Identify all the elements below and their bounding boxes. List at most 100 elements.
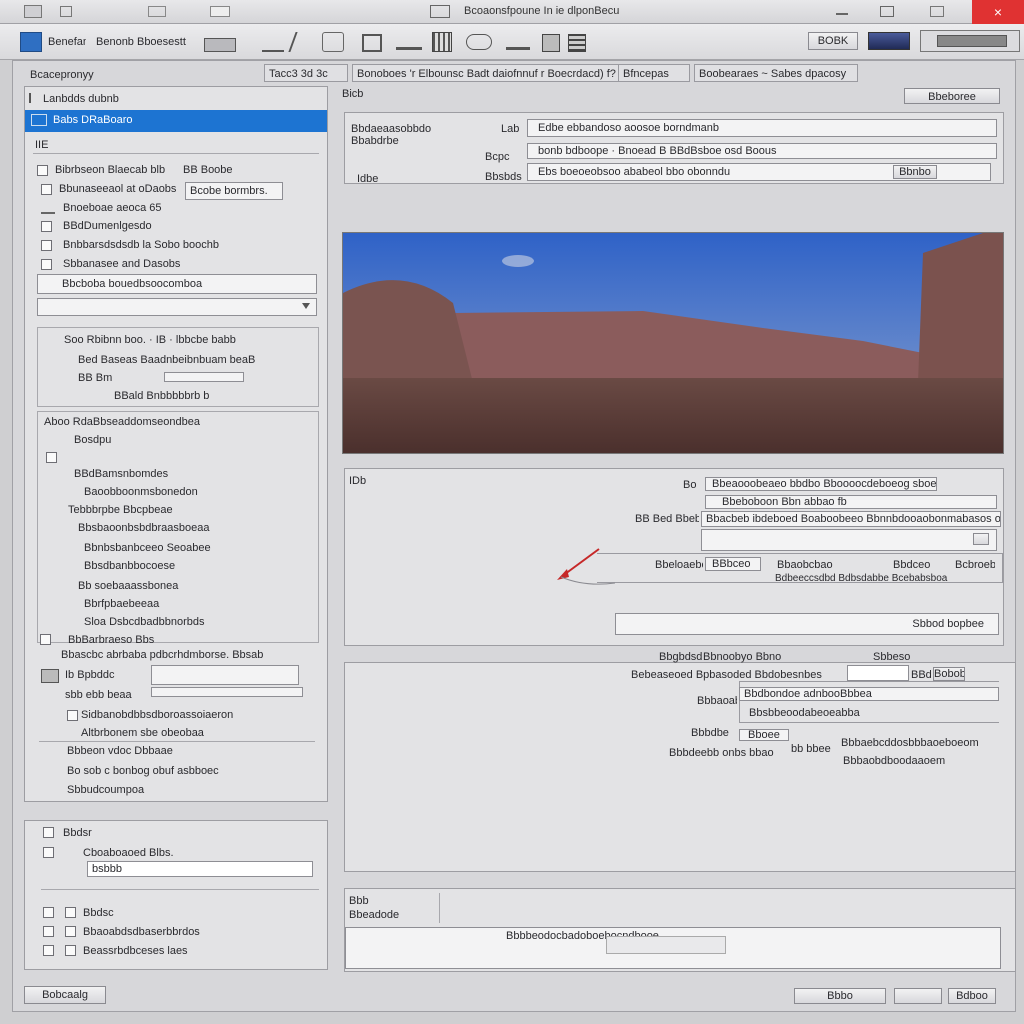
- status-button[interactable]: Bobcaalg: [24, 986, 106, 1004]
- section-check-1[interactable]: [46, 452, 57, 463]
- toolbar-menu-label[interactable]: Benonb Bboesestt: [96, 36, 186, 48]
- maximize-icon[interactable]: [930, 6, 944, 17]
- option-row-6[interactable]: Bbcboba bouedbsoocomboa: [37, 274, 317, 294]
- lower-row1-button[interactable]: Bobob: [933, 667, 965, 681]
- section-item-2[interactable]: Baoobboonmsbonedon: [84, 486, 264, 498]
- sidebar: Lanbdds dubnb Babs DRaBoaro IIE Bibrbseo…: [24, 86, 328, 802]
- form-r1-input[interactable]: Edbe ebbandoso aoosoe borndmanb: [527, 119, 997, 137]
- details-r3-input[interactable]: Bbacbeb ibdeboed Boaboobeeo Bbnnbdooaobo…: [701, 511, 1001, 527]
- check-1[interactable]: [43, 926, 54, 937]
- ok-button[interactable]: Bbbo: [794, 988, 886, 1004]
- details-bottom-field[interactable]: Sbbod bopbee: [615, 613, 999, 635]
- toolbar-right-button[interactable]: BOBK: [808, 32, 858, 50]
- check-0[interactable]: [43, 907, 54, 918]
- lower-row4-input[interactable]: Bboee: [739, 729, 789, 741]
- details-r2-input[interactable]: Bbeboboon Bbn abbao fb: [705, 495, 997, 509]
- details-r1-input[interactable]: Bbeaooobeaeo bbdbo Bboooocdeboeog sboe): [705, 477, 937, 491]
- note-icon[interactable]: [288, 32, 312, 52]
- folder-icon[interactable]: [432, 32, 452, 52]
- check-2b[interactable]: [65, 945, 76, 956]
- tab-1[interactable]: Bonoboes 'r Elbounsc Badt daiofnnuf r Bo…: [352, 64, 632, 82]
- extra-row-3[interactable]: Altbrbonem sbe obeobaa: [81, 727, 281, 739]
- details-r4-input[interactable]: BBbceo: [705, 557, 761, 571]
- lower-row1-label: Bebeaseoed Bpbasoded Bbdobesnbes: [631, 669, 822, 681]
- extra-row-5[interactable]: Bo sob c bonbog obuf asbboec: [67, 765, 267, 777]
- tab-3[interactable]: Boobearaes ~ Sabes dpacosy: [694, 64, 858, 82]
- toolbar-toggle[interactable]: [204, 38, 236, 52]
- selected-item-icon: [31, 114, 47, 126]
- view-selector[interactable]: [920, 30, 1020, 52]
- form-r2-input[interactable]: bonb bdboope · Bnoead B BBdBsboe osd Boo…: [527, 143, 997, 159]
- stamp-icon[interactable]: [362, 34, 382, 52]
- cancel-button[interactable]: [894, 988, 942, 1004]
- group-row-0[interactable]: Bed Baseas Baadnbeibnbuam beaB: [78, 354, 308, 366]
- tab-0[interactable]: Tacc3 3d 3c: [264, 64, 348, 82]
- check-0b[interactable]: [65, 907, 76, 918]
- lower-row2-input[interactable]: Bbdbondoe adnbooBbbea: [739, 687, 999, 701]
- bottom-check-1[interactable]: [43, 827, 54, 838]
- section-item-7[interactable]: Bb soebaaassbonea: [78, 580, 278, 592]
- tree-root[interactable]: Lanbdds dubnb: [43, 93, 243, 105]
- lower-top-label-2: Sbbeso: [873, 651, 911, 663]
- sidebar-sub-item[interactable]: IIE: [35, 139, 75, 151]
- frame-icon[interactable]: [396, 36, 422, 50]
- sidebar-dropdown[interactable]: [37, 298, 317, 316]
- tabs-left-label[interactable]: Bcacepronyy: [30, 69, 250, 81]
- section-item-10[interactable]: BbBarbraeso Bbs: [68, 634, 268, 646]
- minimize-icon[interactable]: [836, 7, 848, 15]
- option-check-3[interactable]: [41, 221, 52, 232]
- footer-box[interactable]: Bbbbeodocbadoboebocndbooe: [345, 927, 1001, 969]
- extra-row-1[interactable]: Ib Bpbddc: [65, 669, 145, 681]
- section-item-6[interactable]: Bbsdbanbbocoese: [84, 560, 284, 572]
- lower-row1-input[interactable]: [847, 665, 909, 681]
- section-item-8[interactable]: Bbrfpbaebeeaa: [84, 598, 284, 610]
- close-button[interactable]: ×: [972, 0, 1024, 24]
- restore-icon[interactable]: [880, 6, 894, 17]
- bottom-field[interactable]: bsbbb: [87, 861, 313, 877]
- check-1b[interactable]: [65, 926, 76, 937]
- main-header-button[interactable]: Bbeboree: [904, 88, 1000, 104]
- option-check-1[interactable]: [41, 184, 52, 195]
- book-icon[interactable]: [868, 32, 910, 50]
- toolbar-app-label[interactable]: Benefanp: [48, 36, 86, 48]
- option-check-5[interactable]: [41, 259, 52, 270]
- form-left-label3: Idbe: [357, 173, 379, 185]
- section-item-4[interactable]: Bbsbaoonbsbdbraasboeaa: [78, 522, 278, 534]
- bottom-check-2[interactable]: [43, 847, 54, 858]
- extra-row-0[interactable]: Bbascbc abrbaba pdbcrhdmborse. Bbsab: [61, 649, 311, 661]
- details-mini-button[interactable]: [973, 533, 989, 545]
- desert-landscape-image: [343, 233, 1003, 453]
- extra-row-4[interactable]: Bbbeon vdoc Dbbaae: [67, 745, 267, 757]
- tab-2[interactable]: Bfncepas: [618, 64, 690, 82]
- section-check-10[interactable]: [40, 634, 51, 645]
- group-row-2[interactable]: BBald Bnbbbbbrb b: [114, 390, 294, 402]
- footer-input[interactable]: [606, 936, 726, 954]
- extra-row-2[interactable]: Sidbanobdbbsdboroassoiaeron: [81, 709, 281, 721]
- extra-check-2[interactable]: [67, 710, 78, 721]
- tree-expander-icon[interactable]: [29, 93, 37, 103]
- option-check-4[interactable]: [41, 240, 52, 251]
- ruler-icon[interactable]: [568, 34, 586, 52]
- grid-icon[interactable]: [466, 34, 492, 50]
- pen-icon[interactable]: [262, 36, 284, 52]
- group-slider[interactable]: [164, 372, 244, 382]
- chart-icon[interactable]: [542, 34, 560, 52]
- section-item-1[interactable]: BBdBamsnbomdes: [74, 468, 224, 480]
- option-check-0[interactable]: [37, 165, 48, 176]
- section-item-0[interactable]: Bosdpu: [74, 434, 224, 446]
- cloud-icon[interactable]: [506, 34, 530, 50]
- sidebar-selected-item[interactable]: Babs DRaBoaro: [25, 110, 327, 132]
- extra-select[interactable]: [151, 665, 299, 685]
- pencil-icon[interactable]: [322, 32, 344, 52]
- section-item-9[interactable]: Sloa Dsbcdbadbbnorbds: [84, 616, 284, 628]
- extra-field[interactable]: [151, 687, 303, 697]
- extra-row-6[interactable]: Sbbudcoumpoa: [67, 784, 267, 796]
- option-field-1[interactable]: Bcobe bormbrs.: [185, 182, 283, 200]
- group-row-1[interactable]: BB Bm: [78, 372, 158, 384]
- details-mid-box[interactable]: [701, 529, 997, 551]
- form-r3-button[interactable]: Bbnbo: [893, 165, 937, 179]
- section-item-5[interactable]: Bbnbsbanbceeo Seoabee: [84, 542, 284, 554]
- check-2[interactable]: [43, 945, 54, 956]
- help-button[interactable]: Bdboo: [948, 988, 996, 1004]
- section-item-3[interactable]: Tebbbrpbe Bbcpbeae: [68, 504, 248, 516]
